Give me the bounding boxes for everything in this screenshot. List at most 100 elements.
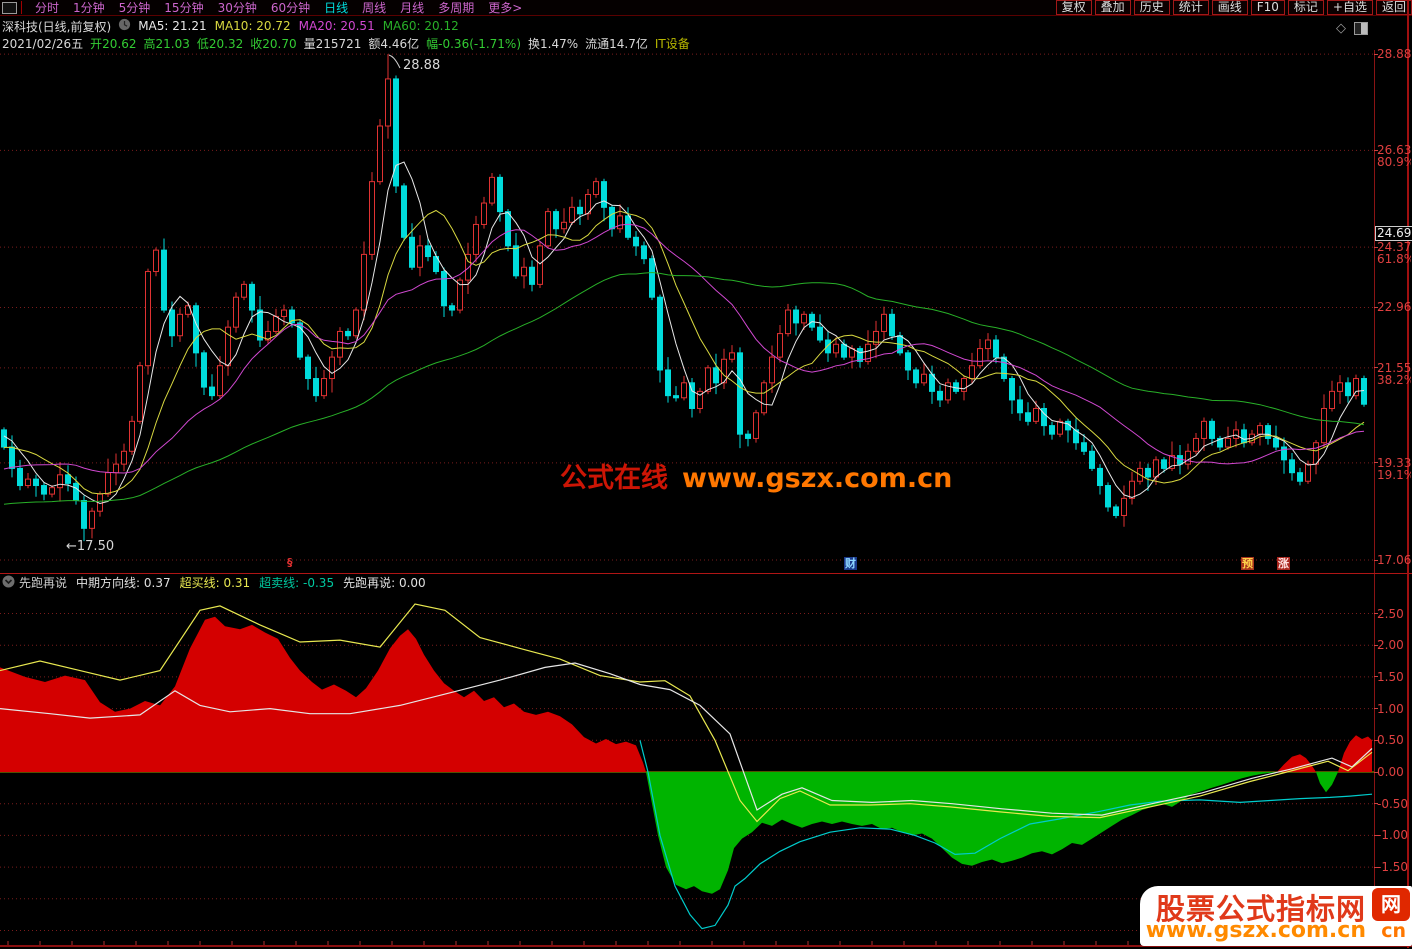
info-field: 幅-0.36(-1.71%) <box>426 35 521 52</box>
candle-body <box>1018 400 1023 413</box>
period-tab-1分钟[interactable]: 1分钟 <box>73 1 105 15</box>
event-marker[interactable]: 财 <box>844 557 857 570</box>
period-tab-月线[interactable]: 月线 <box>400 1 424 15</box>
candle-body <box>658 297 663 370</box>
period-tab-30分钟[interactable]: 30分钟 <box>218 1 257 15</box>
axis-tick <box>1374 307 1378 308</box>
pane-corner-icons: ◇ <box>1336 21 1368 36</box>
candle-body <box>514 246 519 276</box>
corner-watermark: 股票公式指标网 www.gszx.com.cn 网 cn <box>1136 884 1412 948</box>
price-tick-label: 21.5538.2% <box>1377 362 1411 386</box>
period-tabs: 分时 1分钟 5分钟 15分钟 30分钟 60分钟日线周线月线多周期更多> <box>28 1 529 15</box>
info-field: 高21.03 <box>144 35 190 52</box>
candle-body <box>506 212 511 246</box>
candle-body <box>490 177 495 203</box>
candle-body <box>50 488 55 494</box>
period-tab-更多>[interactable]: 更多> <box>488 1 522 15</box>
watermark-site-url: www.gszx.com.cn <box>1146 918 1366 943</box>
candle-body <box>994 340 999 357</box>
candle-body <box>666 370 671 396</box>
toolbar-button-复权[interactable]: 复权 <box>1056 0 1092 15</box>
candle-body <box>674 396 679 398</box>
candle-body <box>282 310 287 316</box>
clock-icon[interactable] <box>118 18 131 34</box>
candle-body <box>66 475 71 484</box>
candle-body <box>346 331 351 335</box>
candle-body <box>1290 460 1295 473</box>
candle-body <box>2 430 7 447</box>
price-tick-label: 17.06 <box>1377 554 1411 566</box>
site-logo-sub: cn <box>1381 920 1406 942</box>
candle-body <box>1314 443 1319 464</box>
candle-body <box>618 216 623 229</box>
period-toolbar: 分时 1分钟 5分钟 15分钟 30分钟 60分钟日线周线月线多周期更多> 复权叠加历史统… <box>0 0 1412 16</box>
candle-body <box>1322 408 1327 442</box>
indicator-values: 中期方向线: 0.37超买线: 0.31超卖线: -0.35先跑再说: 0.00 <box>76 574 435 591</box>
period-tab-日线[interactable]: 日线 <box>324 1 348 15</box>
candle-body <box>626 216 631 237</box>
ma-value: MA20: 20.51 <box>299 19 375 33</box>
period-tab-15分钟[interactable]: 15分钟 <box>164 1 203 15</box>
toolbar-buttons: 复权叠加历史统计画线F10标记+自选返回 <box>1053 0 1412 15</box>
period-tab-分时[interactable]: 分时 <box>35 1 59 15</box>
toolbar-button-统计[interactable]: 统计 <box>1173 0 1209 15</box>
candle-body <box>546 212 551 246</box>
candle-body <box>1034 408 1039 421</box>
candle-body <box>10 447 15 468</box>
toolbar-button-历史[interactable]: 历史 <box>1134 0 1170 15</box>
candle-body <box>250 284 255 310</box>
candle-body <box>122 451 127 464</box>
candle-body <box>610 207 615 228</box>
toolbar-button-F10[interactable]: F10 <box>1251 0 1285 15</box>
candle-body <box>882 314 887 331</box>
candle-body <box>810 314 815 327</box>
window-icon[interactable] <box>2 2 17 14</box>
period-tab-60分钟[interactable]: 60分钟 <box>271 1 310 15</box>
candle-body <box>82 501 87 529</box>
toolbar-button-标记[interactable]: 标记 <box>1288 0 1324 15</box>
candle-body <box>1346 383 1351 396</box>
candle-body <box>770 357 775 383</box>
indicator-value: 中期方向线: 0.37 <box>76 576 171 590</box>
candle-body <box>242 284 247 297</box>
candle-body <box>970 366 975 379</box>
candle-body <box>90 511 95 528</box>
candle-body <box>322 379 327 396</box>
candle-body <box>826 340 831 353</box>
period-tab-多周期[interactable]: 多周期 <box>438 1 474 15</box>
candle-body <box>386 79 391 126</box>
candle-body <box>42 486 47 495</box>
collapse-icon[interactable] <box>2 575 15 591</box>
event-marker[interactable]: § <box>286 556 294 569</box>
split-window-icon[interactable] <box>1354 22 1368 35</box>
diamond-icon[interactable]: ◇ <box>1336 21 1346 36</box>
indicator-tick-label: -1.00 <box>1377 829 1411 841</box>
indicator-header: 先跑再说 中期方向线: 0.37超买线: 0.31超卖线: -0.35先跑再说:… <box>0 575 444 590</box>
indicator-name[interactable]: 先跑再说 <box>19 574 67 591</box>
event-marker[interactable]: 预 <box>1241 557 1254 570</box>
candle-body <box>786 310 791 334</box>
toolbar-button-+自选[interactable]: +自选 <box>1327 0 1373 15</box>
candle-body <box>842 344 847 357</box>
toolbar-button-叠加[interactable]: 叠加 <box>1095 0 1131 15</box>
price-tick-label: 19.3319.1% <box>1377 457 1411 481</box>
indicator-value: 先跑再说: 0.00 <box>343 576 426 590</box>
candle-body <box>194 306 199 353</box>
site-logo-icon: 网 <box>1372 888 1410 921</box>
axis-tick <box>1374 54 1378 55</box>
candle-body <box>450 306 455 310</box>
event-marker[interactable]: 涨 <box>1277 557 1290 570</box>
candle-body <box>1114 507 1119 516</box>
candle-body <box>1194 438 1199 451</box>
candle-body <box>1146 468 1151 477</box>
period-tab-周线[interactable]: 周线 <box>362 1 386 15</box>
indicator-value: 超买线: 0.31 <box>180 576 251 590</box>
candle-body <box>370 182 375 255</box>
period-tab-5分钟[interactable]: 5分钟 <box>119 1 151 15</box>
candle-body <box>634 237 639 246</box>
price-tick-label: 22.96 <box>1377 301 1411 313</box>
toolbar-button-画线[interactable]: 画线 <box>1212 0 1248 15</box>
axis-tick <box>1374 462 1378 463</box>
chart-header: 深科技(日线,前复权) MA5: 21.21MA10: 20.72MA20: 2… <box>2 19 474 33</box>
candle-body <box>138 366 143 422</box>
